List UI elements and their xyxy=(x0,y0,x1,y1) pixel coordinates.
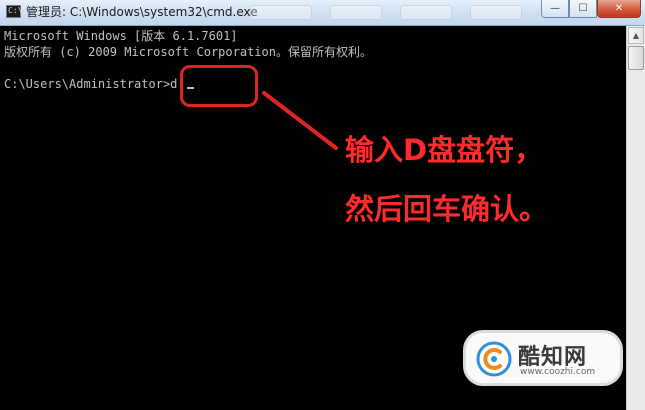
annotation-text-line1: 输入D盘盘符， xyxy=(345,133,544,167)
annotation-text-line2: 然后回车确认。 xyxy=(345,192,549,226)
cmd-window: C:\ 管理员: C:\Windows\system32\cmd.exe — ☐… xyxy=(0,0,645,410)
watermark-url: www.coozhi.com xyxy=(520,367,596,377)
watermark-logo: 酷知网 www.coozhi.com xyxy=(463,330,623,386)
watermark-icon xyxy=(476,341,512,377)
